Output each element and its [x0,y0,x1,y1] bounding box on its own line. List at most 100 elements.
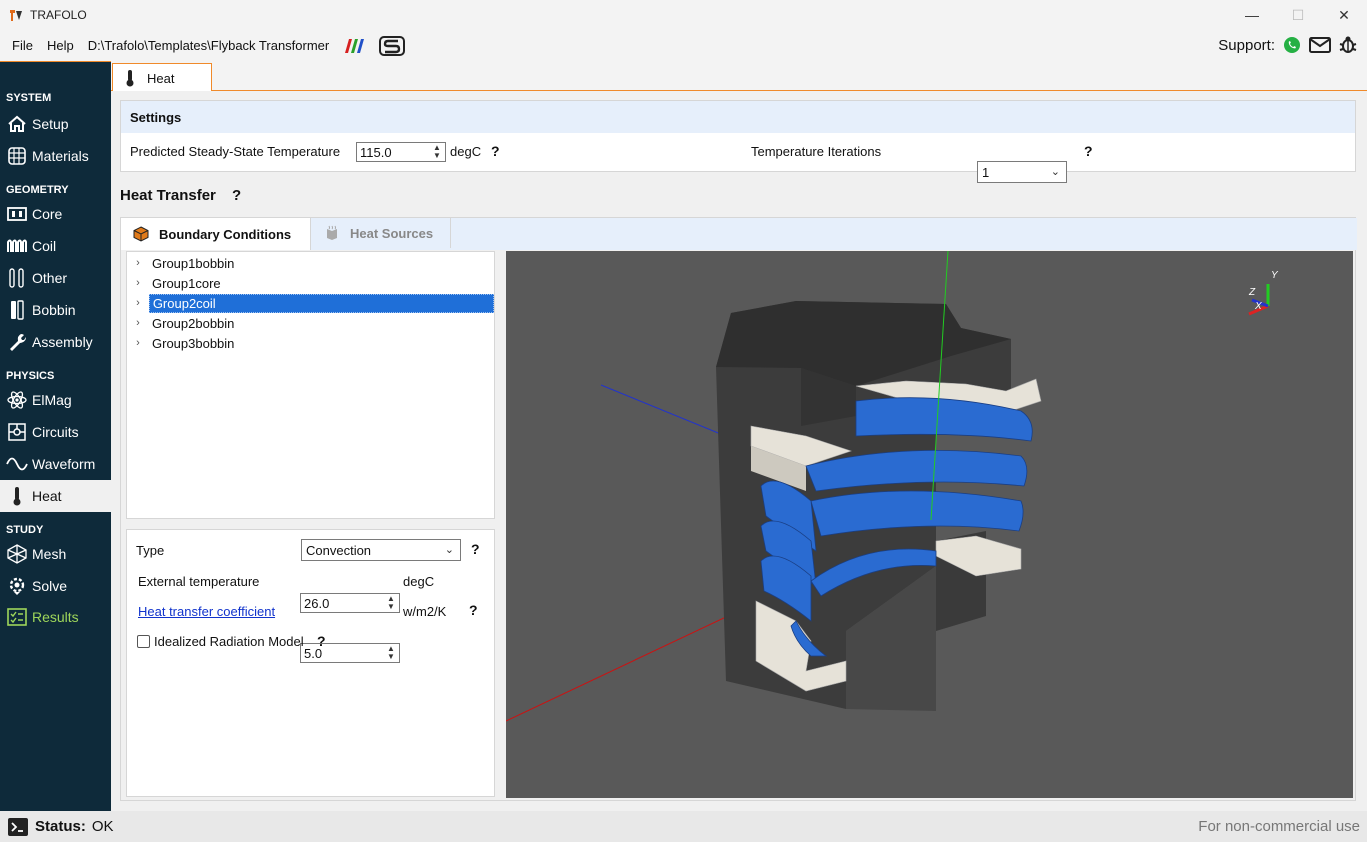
paraview-icon[interactable] [343,38,367,54]
bug-report-icon[interactable] [1337,34,1359,56]
terminal-icon[interactable] [7,817,29,837]
email-icon[interactable] [1309,34,1331,56]
sidebar-section-geometry: GEOMETRY [6,184,69,196]
sidebar-item-other[interactable]: Other [0,262,111,294]
tree-item-label: Group1core [152,275,221,291]
heat-transfer-help-icon[interactable]: ? [232,187,241,204]
sidebar-item-solve[interactable]: Solve [0,570,111,602]
htc-help-icon[interactable]: ? [469,602,478,618]
iterations-value: 1 [982,164,990,180]
trafolo-logo-icon [10,10,22,21]
project-path: D:\Trafolo\Templates\Flyback Transformer [87,38,330,53]
sidebar-item-label: ElMag [32,392,72,408]
tree-item-label: Group2bobbin [152,315,235,331]
heat-transfer-title: Heat Transfer [120,187,216,204]
tree-item-group1bobbin[interactable]: › Group1bobbin [127,253,494,273]
chevron-right-icon[interactable]: › [127,277,149,289]
sidebar-item-label: Setup [32,116,69,132]
whatsapp-icon[interactable] [1281,34,1303,56]
settings-header: Settings [121,101,1355,133]
tree-item-group2bobbin[interactable]: › Group2bobbin [127,313,494,333]
spin-arrows-icon[interactable]: ▲ ▼ [385,595,397,611]
spin-arrows-icon[interactable]: ▲ ▼ [385,645,397,661]
tab-heat-sources[interactable]: Heat Sources [312,218,451,248]
status-bar: Status: OK For non-commercial use [0,811,1367,842]
sidebar-item-circuits[interactable]: Circuits [0,416,111,448]
sidebar-item-setup[interactable]: Setup [0,108,111,140]
sidebar-item-elmag[interactable]: ElMag [0,384,111,416]
solve-icon [6,575,28,597]
sidebar-item-bobbin[interactable]: Bobbin [0,294,111,326]
sidebar-item-label: Bobbin [32,302,76,318]
menu-bar: File Help D:\Trafolo\Templates\Flyback T… [0,30,1367,61]
sidebar-item-label: Results [32,609,79,625]
minimize-button[interactable]: — [1229,0,1275,30]
tree-item-group1core[interactable]: › Group1core [127,273,494,293]
axis-y-label: Y [1271,270,1279,281]
thermometer-icon [126,70,134,87]
heat-transfer-tabs: Boundary Conditions Heat Sources [121,218,1357,250]
results-icon [6,606,28,628]
tab-heat[interactable]: Heat [112,63,212,92]
radiation-label: Idealized Radiation Model [154,634,304,649]
type-help-icon[interactable]: ? [471,541,480,557]
support-label: Support: [1218,36,1275,54]
chevron-right-icon[interactable]: › [127,317,149,329]
sidebar-item-heat[interactable]: Heat [0,480,111,512]
spin-arrows-icon[interactable]: ▲ ▼ [431,144,443,160]
predicted-temp-input[interactable]: 115.0 ▲ ▼ [356,142,446,162]
maximize-button[interactable]: ☐ [1275,0,1321,30]
3d-viewport[interactable]: Y Z X [506,251,1353,798]
chevron-right-icon[interactable]: › [127,297,149,309]
radiation-checkbox[interactable] [137,635,150,648]
menu-file[interactable]: File [12,38,33,53]
iterations-select[interactable]: 1 ⌄ [977,161,1067,183]
htc-input[interactable]: 5.0 ▲ ▼ [300,643,400,663]
sidebar-item-waveform[interactable]: Waveform [0,448,111,480]
cube-icon [133,226,149,242]
sidebar-section-physics: PHYSICS [6,370,55,382]
tab-heat-label: Heat [147,70,175,86]
type-value: Convection [306,542,372,558]
iterations-help-icon[interactable]: ? [1084,143,1093,159]
type-label: Type [136,543,165,558]
tab-label: Boundary Conditions [159,226,292,242]
wave-icon [6,453,28,475]
chevron-down-icon: ⌄ [444,544,454,556]
boundary-properties: Type Convection ⌄ ? External temperature… [126,529,495,797]
window-title: TRAFOLO [30,8,87,22]
type-select[interactable]: Convection ⌄ [301,539,461,561]
sidebar: SYSTEM Setup Materials GEOMETRY Core Coi… [0,90,111,812]
sidebar-item-assembly[interactable]: Assembly [0,326,111,358]
support-area: Support: [1218,34,1359,56]
close-button[interactable]: ✕ [1321,0,1367,30]
sidebar-item-coil[interactable]: Coil [0,230,111,262]
sidebar-header [0,61,111,90]
group-tree: › Group1bobbin › Group1core › Group2coil… [126,251,495,519]
chevron-right-icon[interactable]: › [127,257,149,269]
home-icon [6,113,28,135]
tree-item-group2coil[interactable]: › Group2coil [127,293,494,313]
chevron-right-icon[interactable]: › [127,337,149,349]
other-icon [6,267,28,289]
main-tab-strip: Heat [111,61,1367,92]
radiation-help-icon[interactable]: ? [317,633,326,649]
ext-temp-value: 26.0 [304,595,330,611]
heat-transfer-panel: Boundary Conditions Heat Sources › Group… [120,217,1357,801]
sidebar-item-core[interactable]: Core [0,198,111,230]
predicted-temp-help-icon[interactable]: ? [491,143,500,159]
tab-boundary-conditions[interactable]: Boundary Conditions [121,218,311,250]
heat-source-icon [327,225,337,240]
sidebar-item-materials[interactable]: Materials [0,140,111,172]
tree-item-group3bobbin[interactable]: › Group3bobbin [127,333,494,353]
wrench-icon [6,331,28,353]
htc-link[interactable]: Heat transfer coefficient [138,604,275,619]
bobbin-icon [6,299,28,321]
menu-help[interactable]: Help [47,38,74,53]
sidebar-item-label: Core [32,206,63,222]
salome-icon[interactable] [379,35,406,56]
sidebar-item-results[interactable]: Results [0,602,111,632]
sidebar-item-mesh[interactable]: Mesh [0,538,111,570]
title-bar: TRAFOLO — ☐ ✕ [0,0,1367,30]
ext-temp-input[interactable]: 26.0 ▲ ▼ [300,593,400,613]
